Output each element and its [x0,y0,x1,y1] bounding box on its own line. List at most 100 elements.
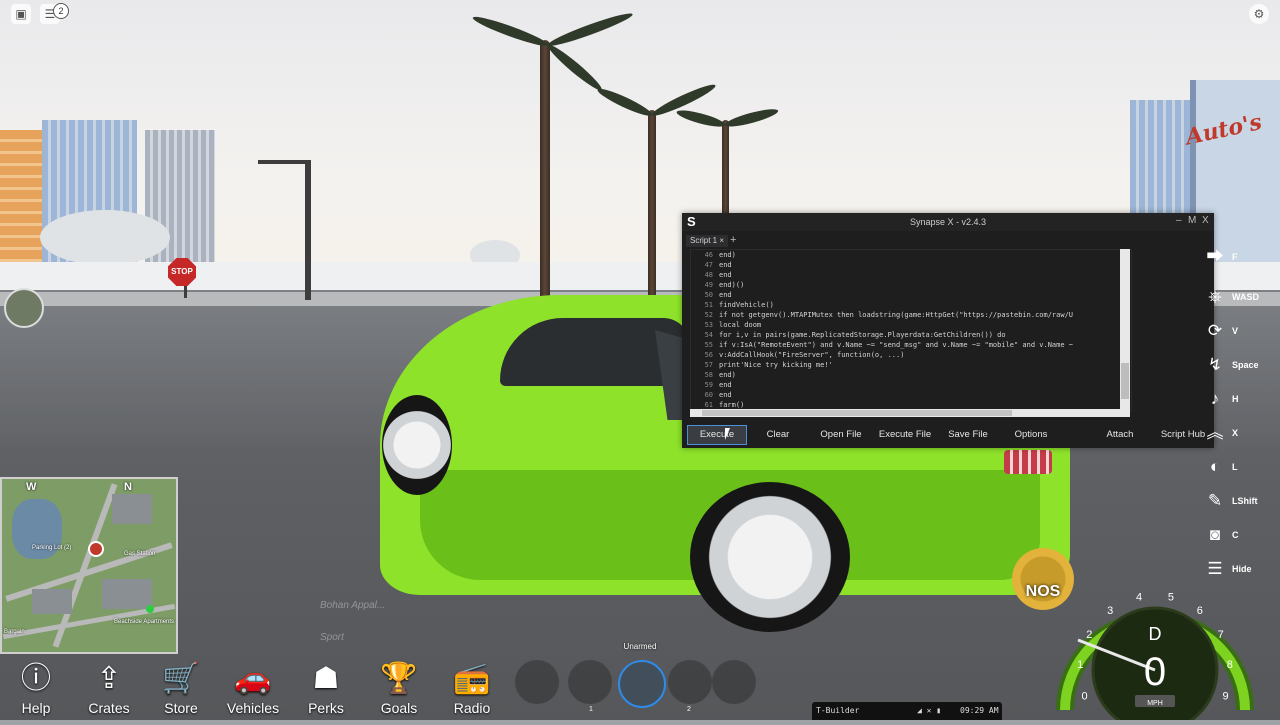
attach-button[interactable]: Attach [1102,426,1138,444]
line-number: 55 [704,341,713,349]
speed-unit: MPH [1147,700,1163,707]
save-file-button[interactable]: Save File [946,426,990,444]
hotbar-slot-active[interactable] [618,660,666,708]
code-line: 50 end [691,290,1131,300]
taskbar-clock: 09:29 AM [960,706,999,715]
close-button[interactable]: X [1202,215,1209,226]
code-line: 47 end [691,260,1131,270]
code-text: end [719,391,732,399]
tab-script-1[interactable]: Script 1 × [686,235,729,247]
perks-button[interactable]: ☗ Perks [293,660,359,720]
keybind-headlights[interactable]: ◐ L [1202,456,1272,482]
keybind-flip[interactable]: ⟳ V [1202,320,1272,346]
radio-button[interactable]: 📻 Radio [439,660,505,720]
minimap-building [102,579,152,609]
crates-label: Crates [88,700,130,716]
code-line: 48 end [691,270,1131,280]
minimap[interactable]: W N Parking Lot (2) Gas Station Beachsid… [0,477,178,654]
palm-trunk [540,40,550,320]
executor-titlebar[interactable]: S Synapse X - v2.4.3 – M X [682,213,1214,231]
code-text: end) [719,371,736,379]
perks-label: Perks [308,700,344,716]
minimap-label: Beachside Apartments [114,619,175,625]
line-number: 51 [704,301,713,309]
goals-button[interactable]: 🏆 Goals [366,660,432,720]
notification-badge: 2 [53,3,69,19]
minimize-button[interactable]: – [1176,215,1182,226]
keybind-horn[interactable]: ♪ H [1202,388,1272,414]
radio-label: Radio [453,700,491,716]
help-button[interactable]: ⓘ Help [3,660,69,720]
roblox-menu-icon[interactable]: ▣ [11,4,31,24]
palm-trunk [722,120,729,220]
player-avatar[interactable] [4,288,44,328]
code-text: findVehicle() [719,301,774,309]
horizontal-scroll-thumb[interactable] [702,410,1012,416]
keybind-camera[interactable]: ◙ C [1202,524,1272,550]
hotbar-slot[interactable] [712,660,756,704]
code-text: local doom [719,321,762,329]
vehicles-button[interactable]: 🚗 Vehicles [220,660,286,720]
options-button[interactable]: Options [1010,426,1052,444]
street-lamp-arm [258,160,308,164]
speed-tick-label: 9 [1222,691,1228,703]
dealership-sign: Auto's [1183,108,1265,151]
watermark-text: Bohan Appal... [320,600,386,611]
hotbar-slot[interactable] [668,660,712,704]
code-text: end) [719,251,736,259]
hotbar-slot[interactable] [515,660,559,704]
keybind-exit-vehicle[interactable]: ⮕ F [1202,246,1272,272]
camera-icon: ◙ [1209,525,1221,544]
keybind-key: LShift [1232,496,1258,506]
minimap-building [32,589,72,614]
radio-icon: 📻 [453,662,491,695]
goals-icon: 🏆 [380,662,418,695]
car-front-wheel [382,395,452,495]
code-line: 57 print'Nice try kicking me!' [691,360,1131,370]
speed-tick-label: 2 [1086,629,1092,641]
line-number: 56 [704,351,713,359]
vertical-scroll-thumb[interactable] [1121,363,1129,399]
open-file-button[interactable]: Open File [816,426,866,444]
hotbar-slot[interactable] [568,660,612,704]
snow-tree [40,210,170,265]
speed-tick-label: 1 [1077,659,1083,671]
crates-button[interactable]: ⇪ Crates [76,660,142,720]
speed-tick-label: 5 [1168,592,1174,604]
gas-station-icon [146,605,154,613]
maximize-button[interactable]: M [1188,215,1196,226]
execute-button[interactable]: Execute [687,425,747,445]
watermark-text: Sport [320,632,344,643]
store-button[interactable]: 🛒 Store [148,660,214,720]
taskbar-app-label[interactable]: T-Builder [816,706,859,715]
code-text: farm() [719,401,745,409]
execute-file-button[interactable]: Execute File [878,426,932,444]
tray-icons: ◢ ✕ ▮ [917,706,942,715]
crates-icon: ⇪ [96,662,122,695]
steering-wheel-icon: ⎈ [1208,287,1222,306]
keybind-nitro[interactable]: ✎ LShift [1202,490,1272,516]
line-number: 48 [704,271,713,279]
keybind-steering-wheel[interactable]: ⎈ WASD [1202,286,1272,312]
code-text: if not getgenv().MTAPIMutex then loadstr… [719,311,1074,319]
car-taillight [1004,450,1052,474]
add-tab-button[interactable]: + [730,235,736,246]
exit-vehicle-icon: ⮕ [1206,247,1224,266]
code-text: end [719,271,732,279]
line-number: 59 [704,381,713,389]
script-tabs: Script 1 × + [682,235,1214,247]
keybind-drift[interactable]: ↯ Space [1202,354,1272,380]
code-editor[interactable]: 46 end) 47 end 48 end 49 end)() 50 end 51 findVehic… [690,249,1132,411]
gear-indicator: D [1149,624,1162,644]
settings-icon[interactable]: ⚙ [1249,4,1269,24]
car-rear-wheel [690,482,850,632]
store-label: Store [164,700,198,716]
code-line: 59 end [691,380,1131,390]
keybind-chevrons-up[interactable]: ︽ X [1202,422,1272,448]
line-number: 50 [704,291,713,299]
code-line: 54 for i,v in pairs(game.ReplicatedStorag… [691,330,1131,340]
equipped-label: Unarmed [623,642,657,651]
clear-button[interactable]: Clear [760,426,796,444]
keybind-key: V [1232,326,1239,336]
building-tower [145,130,215,280]
